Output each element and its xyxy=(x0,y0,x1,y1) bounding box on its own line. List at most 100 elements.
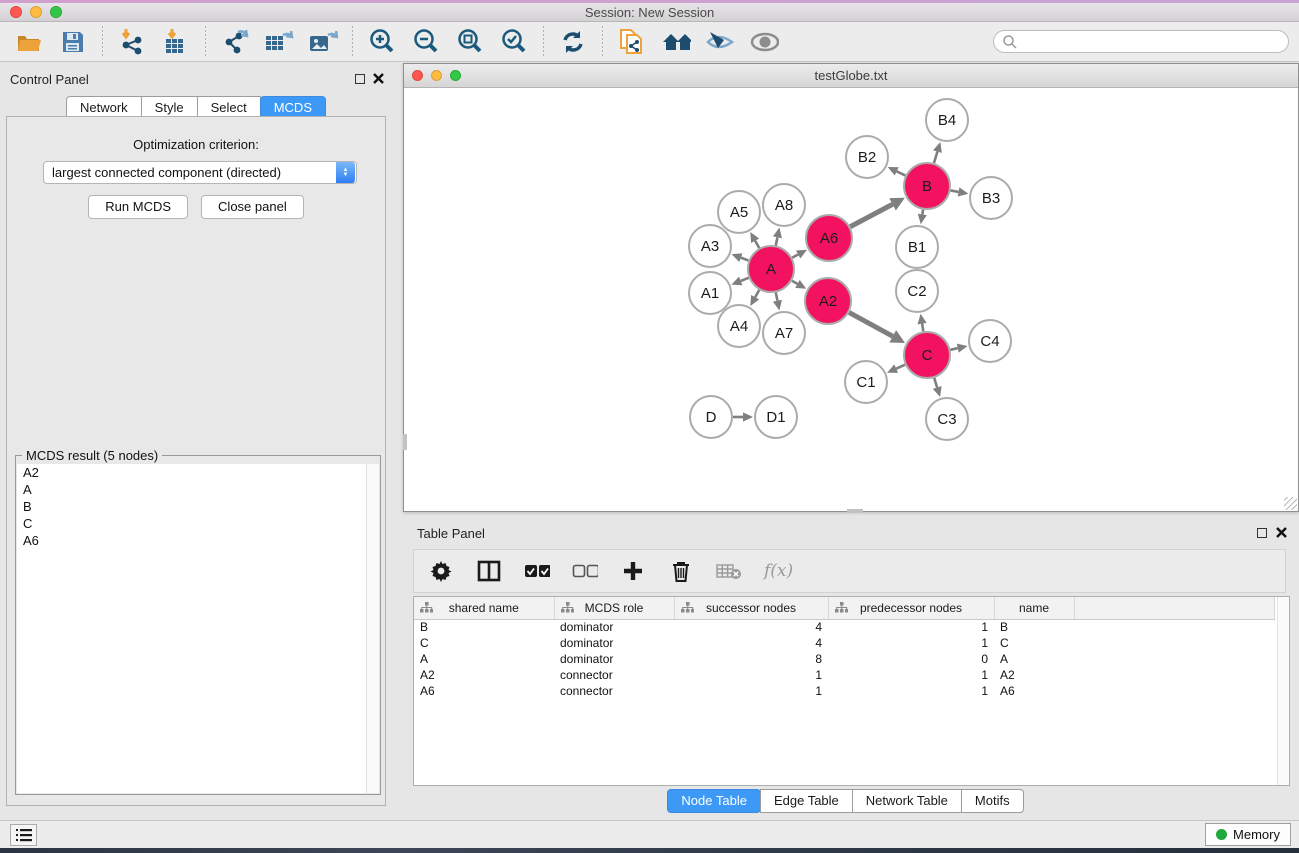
mcds-result-item[interactable]: C xyxy=(17,515,366,532)
graph-edge-C-C1[interactable] xyxy=(887,364,905,372)
run-mcds-button[interactable]: Run MCDS xyxy=(88,195,188,219)
graph-node-A8[interactable]: A8 xyxy=(763,184,805,226)
node-table-grid[interactable]: shared nameMCDS rolesuccessor nodesprede… xyxy=(414,597,1275,699)
graph-edge-A-A4[interactable] xyxy=(750,290,759,306)
graph-node-C2[interactable]: C2 xyxy=(896,270,938,312)
graph-node-B1[interactable]: B1 xyxy=(896,226,938,268)
graph-node-A7[interactable]: A7 xyxy=(763,312,805,354)
table-row[interactable]: Adominator80A xyxy=(414,651,1274,667)
mcds-result-item[interactable]: A6 xyxy=(17,532,366,549)
graph-edge-A-A5[interactable] xyxy=(750,232,759,248)
graph-edge-C-C2[interactable] xyxy=(918,314,927,332)
table-tab-node-table[interactable]: Node Table xyxy=(667,789,761,813)
table-tab-network-table[interactable]: Network Table xyxy=(852,789,962,813)
mcds-result-item[interactable]: A xyxy=(17,481,366,498)
graph-node-D[interactable]: D xyxy=(690,396,732,438)
canvas-scroll-tick-bottom[interactable] xyxy=(847,509,863,513)
graph-edge-A-A8[interactable] xyxy=(773,228,782,246)
graph-node-A5[interactable]: A5 xyxy=(718,191,760,233)
table-row[interactable]: Cdominator41C xyxy=(414,635,1274,651)
close-panel-icon[interactable] xyxy=(373,73,384,84)
graph-edge-A2-C[interactable] xyxy=(849,312,905,343)
graph-edge-A-A1[interactable] xyxy=(731,277,748,286)
graph-edge-C-C3[interactable] xyxy=(933,378,942,397)
close-table-panel-icon[interactable] xyxy=(1276,527,1287,538)
graph-edge-B-B4[interactable] xyxy=(933,142,942,163)
zoom-selected-icon[interactable] xyxy=(499,27,529,57)
graph-node-D1[interactable]: D1 xyxy=(755,396,797,438)
table-row[interactable]: Bdominator41B xyxy=(414,619,1274,635)
mcds-result-list[interactable]: A2ABCA6 xyxy=(17,464,367,793)
table-row[interactable]: A2connector11A2 xyxy=(414,667,1274,683)
float-panel-icon[interactable] xyxy=(355,74,365,84)
import-table-icon[interactable] xyxy=(161,27,191,57)
save-session-icon[interactable] xyxy=(58,27,88,57)
delete-column-icon[interactable] xyxy=(668,558,694,584)
close-panel-button[interactable]: Close panel xyxy=(201,195,304,219)
table-row[interactable]: A6connector11A6 xyxy=(414,683,1274,699)
export-network-icon[interactable] xyxy=(220,27,250,57)
function-builder-icon[interactable]: f(x) xyxy=(764,561,793,581)
zoom-fit-icon[interactable] xyxy=(455,27,485,57)
clone-network-icon[interactable] xyxy=(617,27,647,57)
optimization-criterion-select[interactable]: largest connected component (directed) ▲… xyxy=(43,161,357,184)
export-table-icon[interactable] xyxy=(264,27,294,57)
table-scrollbar[interactable] xyxy=(1277,597,1289,785)
select-all-icon[interactable] xyxy=(524,558,550,584)
column-header-predecessor-nodes[interactable]: predecessor nodes xyxy=(828,597,994,619)
graph-node-A6[interactable]: A6 xyxy=(806,215,852,261)
graph-node-C4[interactable]: C4 xyxy=(969,320,1011,362)
open-session-icon[interactable] xyxy=(14,27,44,57)
graph-edge-D-D1[interactable] xyxy=(733,412,753,421)
column-select-icon[interactable] xyxy=(476,558,502,584)
column-header-name[interactable]: name xyxy=(994,597,1074,619)
graph-edge-A-A2[interactable] xyxy=(792,280,806,289)
float-table-panel-icon[interactable] xyxy=(1257,528,1267,538)
table-tab-motifs[interactable]: Motifs xyxy=(961,789,1024,813)
canvas-scroll-tick-left[interactable] xyxy=(403,434,407,450)
task-history-button[interactable] xyxy=(10,824,37,846)
gear-icon[interactable] xyxy=(428,558,454,584)
add-column-icon[interactable] xyxy=(620,558,646,584)
mcds-result-scrollbar[interactable] xyxy=(367,464,379,793)
graph-node-A1[interactable]: A1 xyxy=(689,272,731,314)
zoom-out-icon[interactable] xyxy=(411,27,441,57)
graph-node-C3[interactable]: C3 xyxy=(926,398,968,440)
graph-node-A2[interactable]: A2 xyxy=(805,278,851,324)
show-graphics-details-icon[interactable] xyxy=(705,27,735,57)
network-window-titlebar[interactable]: testGlobe.txt xyxy=(404,64,1298,88)
deselect-all-icon[interactable] xyxy=(572,558,598,584)
graph-edge-C-C4[interactable] xyxy=(950,344,967,353)
mcds-result-item[interactable]: B xyxy=(17,498,366,515)
graph-node-A3[interactable]: A3 xyxy=(689,225,731,267)
graph-node-B3[interactable]: B3 xyxy=(970,177,1012,219)
network-canvas[interactable]: A5A8A3A6AA1A2A4A7B2B4BB3B1C2C4CC1C3DD1 xyxy=(404,88,1298,511)
graph-node-A4[interactable]: A4 xyxy=(718,305,760,347)
import-network-icon[interactable] xyxy=(117,27,147,57)
graph-node-C[interactable]: C xyxy=(904,332,950,378)
graph-edge-B-B3[interactable] xyxy=(951,187,969,196)
graph-node-C1[interactable]: C1 xyxy=(845,361,887,403)
export-image-icon[interactable] xyxy=(308,27,338,57)
column-header-MCDS-role[interactable]: MCDS role xyxy=(554,597,674,619)
window-resize-grip[interactable] xyxy=(1284,497,1297,510)
graph-edge-B-B1[interactable] xyxy=(918,210,927,225)
column-header-successor-nodes[interactable]: successor nodes xyxy=(674,597,828,619)
graph-edge-B-B2[interactable] xyxy=(888,167,906,176)
refresh-icon[interactable] xyxy=(558,27,588,57)
search-input[interactable] xyxy=(993,30,1289,53)
zoom-in-icon[interactable] xyxy=(367,27,397,57)
column-header-shared-name[interactable]: shared name xyxy=(414,597,554,619)
birds-eye-view-icon[interactable] xyxy=(749,27,779,57)
graph-node-B[interactable]: B xyxy=(904,163,950,209)
graph-edge-A-A7[interactable] xyxy=(773,293,782,311)
graph-node-B4[interactable]: B4 xyxy=(926,99,968,141)
delete-table-icon[interactable] xyxy=(716,558,742,584)
graph-edge-A-A3[interactable] xyxy=(732,253,749,262)
graph-edge-A6-B[interactable] xyxy=(850,198,905,227)
table-tab-edge-table[interactable]: Edge Table xyxy=(760,789,853,813)
memory-button[interactable]: Memory xyxy=(1205,823,1291,846)
graph-node-A[interactable]: A xyxy=(748,246,794,292)
graph-edge-A-A6[interactable] xyxy=(792,250,807,259)
home-icon[interactable] xyxy=(661,27,691,57)
